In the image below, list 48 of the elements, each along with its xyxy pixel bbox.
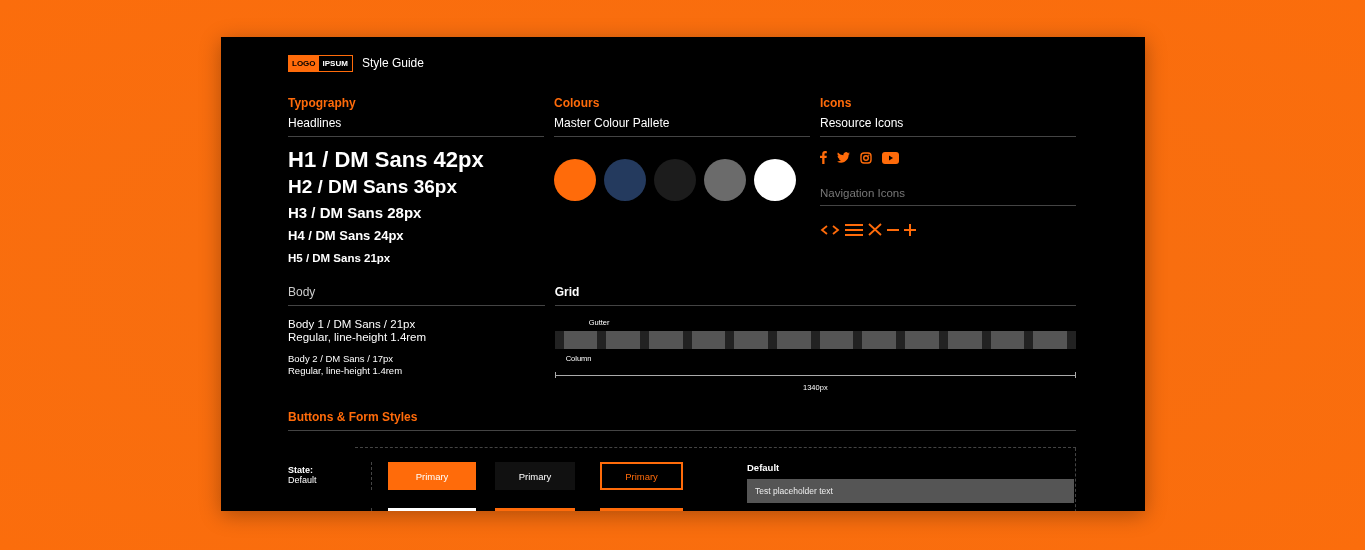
grid-column: [819, 331, 854, 349]
body-text-sample: Regular, line-height 1.4rem: [288, 365, 404, 377]
section-heading: Typography: [288, 96, 357, 110]
primary-button[interactable]: Primary: [495, 462, 575, 490]
grid-column: [606, 331, 641, 349]
facebook-icon: [820, 151, 827, 164]
page-title: Style Guide: [361, 56, 424, 70]
grid-column: [649, 331, 683, 349]
section-subheading: Body: [288, 285, 317, 299]
section-heading: Buttons & Form Styles: [288, 410, 419, 424]
camera-icon: [860, 151, 872, 164]
section-subheading: Resource Icons: [820, 116, 905, 130]
body-text-sample: Body 2 / DM Sans / 17px: [288, 353, 395, 365]
grid-column: [777, 331, 811, 349]
grid-column: [691, 331, 726, 349]
video-play-icon: [882, 151, 899, 164]
headline-sample: H4 / DM Sans 24px: [288, 227, 405, 245]
close-icon: [868, 223, 882, 236]
section-subheading: Master Colour Pallete: [554, 116, 671, 130]
grid-column: [1033, 331, 1067, 349]
section-subheading: Navigation Icons: [820, 187, 907, 199]
minus-icon: [887, 227, 899, 232]
section-subheading: Headlines: [288, 116, 343, 130]
body-text-sample: Regular, line-height 1.4rem: [288, 331, 428, 344]
bird-icon: [837, 152, 850, 163]
grid-column: [862, 331, 897, 349]
grid-column: [947, 331, 982, 349]
menu-icon: [845, 223, 863, 236]
headline-sample: H5 / DM Sans 21px: [288, 251, 392, 266]
grid-column: [990, 331, 1025, 349]
section-heading: Colours: [554, 96, 601, 110]
headline-sample: H3 / DM Sans 28px: [288, 203, 423, 223]
headline-sample: H2 / DM Sans 36px: [288, 175, 458, 199]
primary-button[interactable]: Primary: [600, 462, 683, 490]
chevrons-icon: [820, 223, 840, 236]
grid-column: [905, 331, 939, 349]
state-name: Default: [288, 475, 318, 485]
section-heading: Grid: [554, 285, 581, 299]
grid-column: [734, 331, 769, 349]
state-label: State:: [288, 465, 314, 475]
section-heading: Icons: [820, 96, 853, 110]
body-text-sample: Body 1 / DM Sans / 21px: [288, 318, 417, 331]
plus-icon: [904, 223, 916, 236]
grid-column: [563, 331, 598, 349]
field-label: Default: [747, 462, 781, 473]
headline-sample: H1 / DM Sans 42px: [288, 147, 485, 173]
input-field[interactable]: Test placeholder text: [747, 479, 1074, 503]
logo: LOGO IPSUM: [288, 54, 353, 72]
